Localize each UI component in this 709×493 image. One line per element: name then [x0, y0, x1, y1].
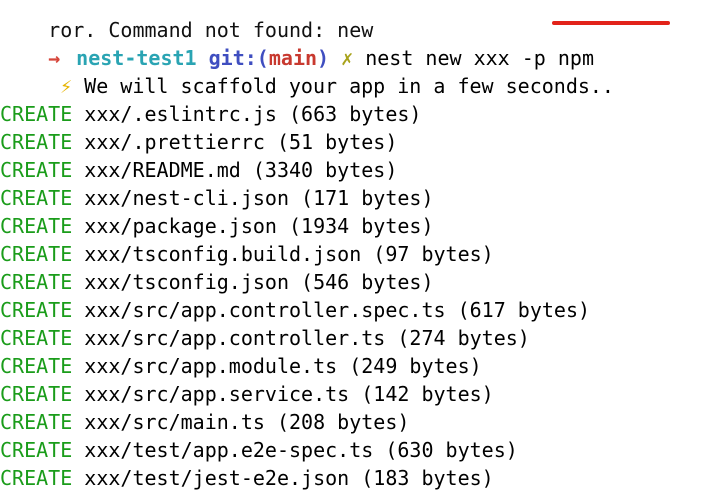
create-action-label: CREATE	[0, 130, 73, 154]
file-detail: xxx/src/app.service.ts (142 bytes)	[84, 382, 494, 406]
file-detail: xxx/test/app.e2e-spec.ts (630 bytes)	[84, 438, 518, 462]
terminal-output: ror. Command not found: new → nest-test1 …	[0, 0, 709, 492]
file-detail: xxx/README.md (3340 bytes)	[84, 158, 398, 182]
file-detail: xxx/test/jest-e2e.json (183 bytes)	[84, 466, 494, 490]
annotation-underline	[552, 21, 670, 25]
file-detail: xxx/src/main.ts (208 bytes)	[84, 410, 410, 434]
create-action-label: CREATE	[0, 214, 73, 238]
create-action-label: CREATE	[0, 354, 73, 378]
created-files-list: CREATE xxx/.eslintrc.js (663 bytes) CREAT…	[0, 100, 709, 492]
list-item: CREATE xxx/src/main.ts (208 bytes)	[0, 408, 709, 436]
info-line: ⚡ We will scaffold your app in a few seco…	[0, 44, 709, 98]
list-item: CREATE xxx/README.md (3340 bytes)	[0, 156, 709, 184]
list-item: CREATE xxx/src/app.service.ts (142 bytes…	[0, 380, 709, 408]
file-detail: xxx/src/app.module.ts (249 bytes)	[84, 354, 482, 378]
create-action-label: CREATE	[0, 438, 73, 462]
cut-off-output-line: ror. Command not found: new	[0, 0, 709, 42]
list-item: CREATE xxx/src/app.controller.spec.ts (6…	[0, 296, 709, 324]
create-action-label: CREATE	[0, 466, 73, 490]
create-action-label: CREATE	[0, 270, 73, 294]
file-detail: xxx/package.json (1934 bytes)	[84, 214, 434, 238]
create-action-label: CREATE	[0, 298, 73, 322]
list-item: CREATE xxx/nest-cli.json (171 bytes)	[0, 184, 709, 212]
list-item: CREATE xxx/src/app.module.ts (249 bytes)	[0, 352, 709, 380]
file-detail: xxx/nest-cli.json (171 bytes)	[84, 186, 434, 210]
file-detail: xxx/tsconfig.build.json (97 bytes)	[84, 242, 494, 266]
file-detail: xxx/src/app.controller.ts (274 bytes)	[84, 326, 530, 350]
list-item: CREATE xxx/package.json (1934 bytes)	[0, 212, 709, 240]
file-detail: xxx/src/app.controller.spec.ts (617 byte…	[84, 298, 591, 322]
list-item: CREATE xxx/test/jest-e2e.json (183 bytes…	[0, 464, 709, 492]
create-action-label: CREATE	[0, 326, 73, 350]
create-action-label: CREATE	[0, 186, 73, 210]
list-item: CREATE xxx/.prettierrc (51 bytes)	[0, 128, 709, 156]
create-action-label: CREATE	[0, 102, 73, 126]
create-action-label: CREATE	[0, 410, 73, 434]
list-item: CREATE xxx/src/app.controller.ts (274 by…	[0, 324, 709, 352]
create-action-label: CREATE	[0, 242, 73, 266]
file-detail: xxx/.eslintrc.js (663 bytes)	[84, 102, 422, 126]
list-item: CREATE xxx/tsconfig.build.json (97 bytes…	[0, 240, 709, 268]
create-action-label: CREATE	[0, 382, 73, 406]
file-detail: xxx/.prettierrc (51 bytes)	[84, 130, 398, 154]
list-item: CREATE xxx/tsconfig.json (546 bytes)	[0, 268, 709, 296]
list-item: CREATE xxx/.eslintrc.js (663 bytes)	[0, 100, 709, 128]
create-action-label: CREATE	[0, 158, 73, 182]
list-item: CREATE xxx/test/app.e2e-spec.ts (630 byt…	[0, 436, 709, 464]
file-detail: xxx/tsconfig.json (546 bytes)	[84, 270, 434, 294]
